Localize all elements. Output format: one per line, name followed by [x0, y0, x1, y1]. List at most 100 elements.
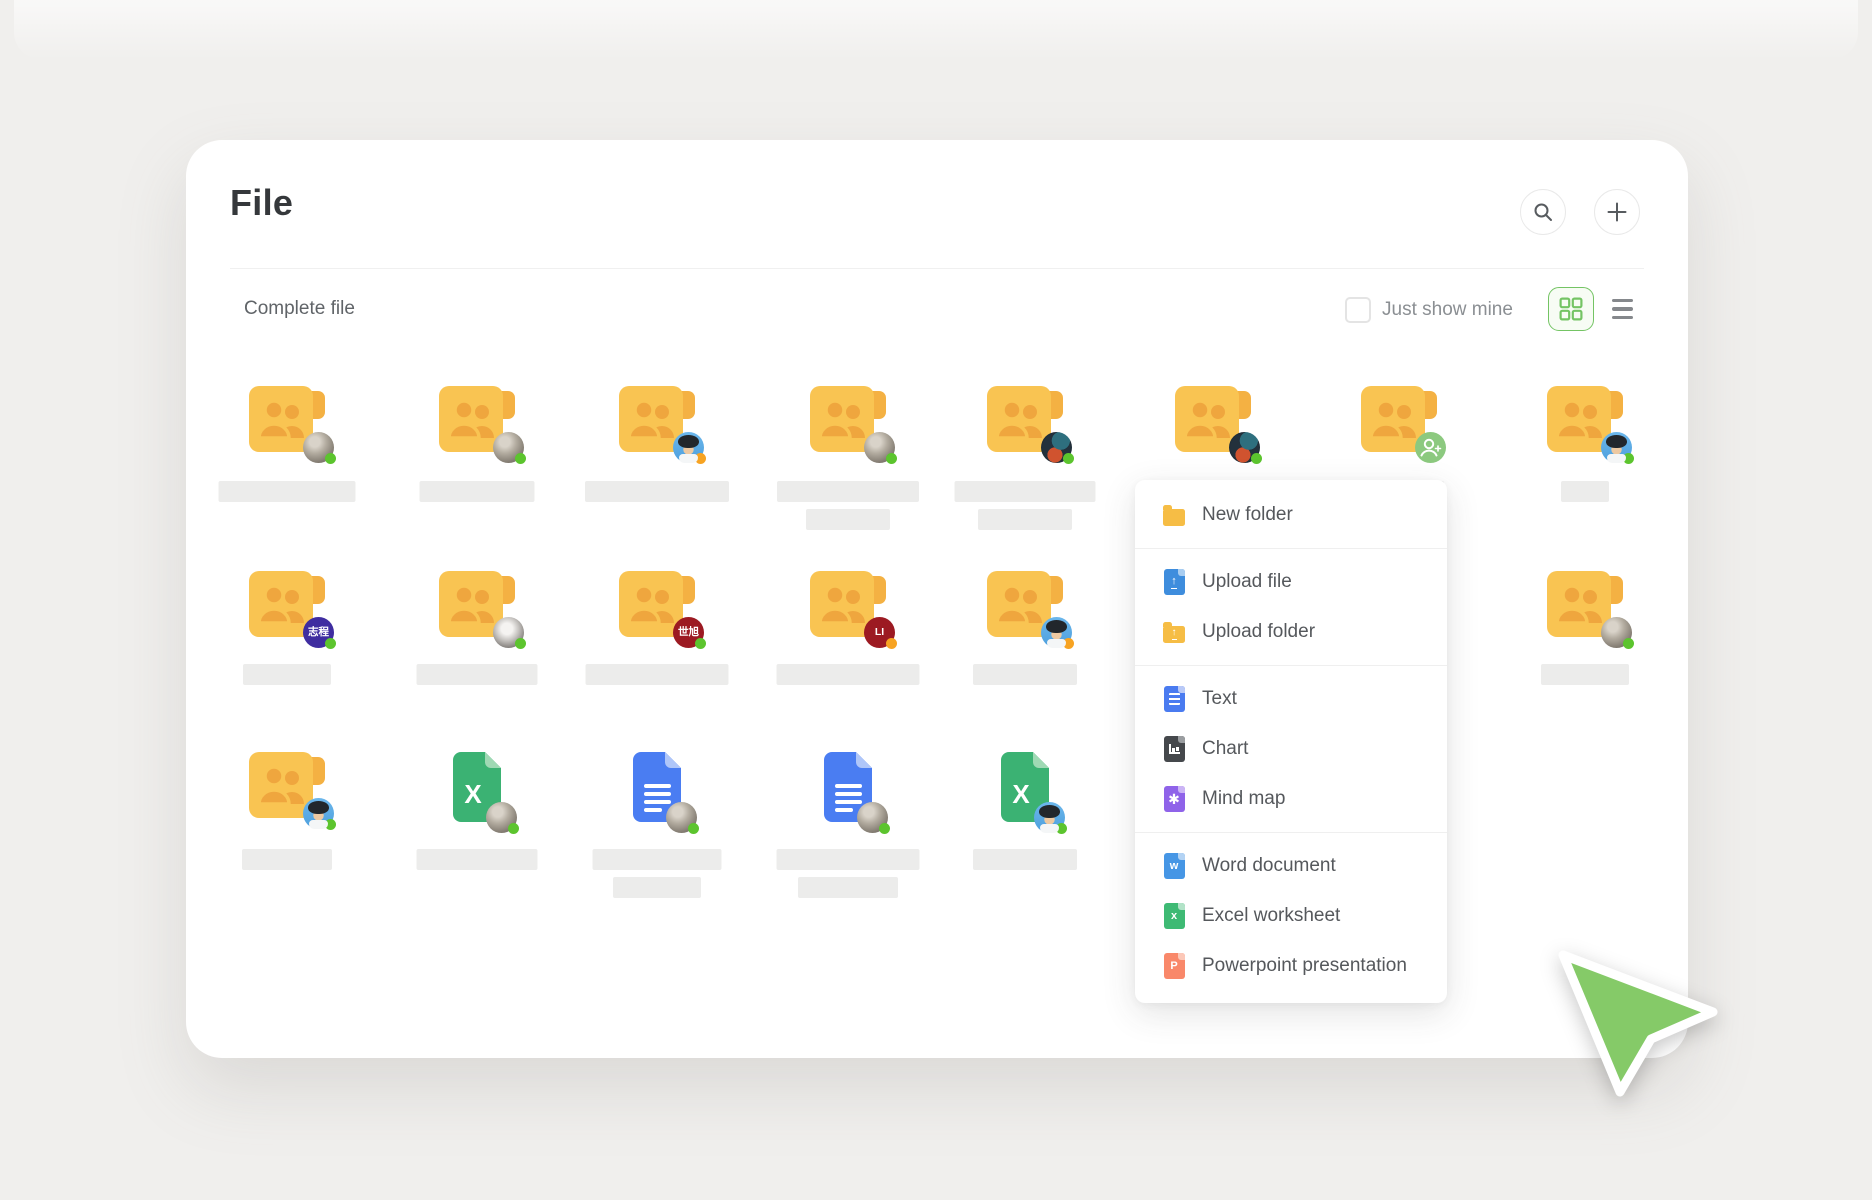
- file-item-icon-wrap: X 志程: [193, 571, 381, 641]
- file-item-icon-wrap: X: [931, 386, 1119, 456]
- file-item[interactable]: X: [563, 386, 751, 456]
- file-manager-card: File Complete file Just show mine: [186, 140, 1688, 1058]
- file-name-placeholder: [973, 849, 1077, 870]
- chart-doc-dark-icon: [1162, 736, 1186, 763]
- menu-item-label: Chart: [1202, 738, 1248, 760]
- file-item[interactable]: X 世旭: [563, 571, 751, 641]
- owner-avatar: [1601, 617, 1632, 648]
- context-menu-group: w Word document x Excel worksheet P Powe…: [1135, 833, 1447, 999]
- file-item[interactable]: X: [1491, 386, 1679, 456]
- file-name-placeholder-line2: [798, 877, 898, 898]
- file-item-icon-wrap: X: [383, 571, 571, 641]
- file-item-icon-wrap: X: [1491, 571, 1679, 641]
- file-name-placeholder: [417, 849, 538, 870]
- file-item-icon-wrap: X: [563, 386, 751, 456]
- owner-avatar: [857, 802, 888, 833]
- file-item[interactable]: X 志程: [193, 571, 381, 641]
- menu-item-label: Excel worksheet: [1202, 905, 1340, 927]
- presence-dot: [515, 638, 526, 649]
- menu-item-text[interactable]: Text: [1135, 674, 1447, 724]
- owner-avatar: [1041, 432, 1072, 463]
- presence-dot: [695, 638, 706, 649]
- file-item[interactable]: X: [193, 752, 381, 822]
- upload-file-blue-icon: ↑: [1162, 569, 1186, 596]
- owner-avatar: [493, 617, 524, 648]
- owner-avatar: LI: [864, 617, 895, 648]
- file-item-icon-wrap: X: [1491, 386, 1679, 456]
- excel-sheet-icon: x: [1162, 903, 1186, 930]
- create-context-menu: New folder ↑ Upload file ↑ Upload folder…: [1135, 480, 1447, 1003]
- file-item[interactable]: X: [931, 386, 1119, 456]
- file-name-placeholder-line2: [978, 509, 1072, 530]
- file-item-icon-wrap: X: [563, 752, 751, 822]
- presence-dot: [325, 819, 336, 830]
- menu-item-mind-map[interactable]: ✱ Mind map: [1135, 774, 1447, 824]
- file-item[interactable]: X: [1305, 386, 1493, 456]
- owner-avatar: [864, 432, 895, 463]
- presence-dot: [695, 453, 706, 464]
- presence-dot: [1063, 638, 1074, 649]
- file-item[interactable]: X: [754, 752, 942, 822]
- file-name-placeholder: [585, 481, 729, 502]
- menu-item-ppt[interactable]: P Powerpoint presentation: [1135, 941, 1447, 991]
- owner-avatar: [486, 802, 517, 833]
- text-doc-blue-icon: [1162, 686, 1186, 713]
- context-menu-group: ↑ Upload file ↑ Upload folder: [1135, 549, 1447, 665]
- file-name-placeholder: [243, 664, 331, 685]
- menu-item-upload-folder[interactable]: ↑ Upload folder: [1135, 607, 1447, 657]
- menu-item-word[interactable]: w Word document: [1135, 841, 1447, 891]
- file-item-icon-wrap: X: [383, 752, 571, 822]
- owner-avatar: [303, 798, 334, 829]
- svg-text:X: X: [1012, 779, 1030, 809]
- owner-avatar: [1601, 432, 1632, 463]
- presence-dot: [1623, 453, 1634, 464]
- file-item-icon-wrap: X LI: [754, 571, 942, 641]
- file-item[interactable]: X: [1119, 386, 1307, 456]
- presence-dot: [1623, 638, 1634, 649]
- owner-avatar: [1034, 802, 1065, 833]
- file-item-icon-wrap: X: [193, 752, 381, 822]
- file-item[interactable]: X: [383, 752, 571, 822]
- menu-item-label: New folder: [1202, 504, 1293, 526]
- presence-dot: [515, 453, 526, 464]
- file-item[interactable]: X: [754, 386, 942, 456]
- presence-dot: [886, 453, 897, 464]
- file-name-placeholder: [593, 849, 722, 870]
- owner-avatar: 世旭: [673, 617, 704, 648]
- file-item-icon-wrap: X: [1305, 386, 1493, 456]
- file-item[interactable]: X: [1491, 571, 1679, 641]
- file-item[interactable]: X: [383, 386, 571, 456]
- file-name-placeholder: [586, 664, 729, 685]
- file-item-icon-wrap: X: [754, 752, 942, 822]
- menu-item-upload-file[interactable]: ↑ Upload file: [1135, 557, 1447, 607]
- file-name-placeholder: [777, 849, 920, 870]
- owner-avatar: [303, 432, 334, 463]
- avatar-initials: 世旭: [678, 627, 699, 638]
- menu-item-label: Word document: [1202, 855, 1336, 877]
- file-item-icon-wrap: X: [1119, 386, 1307, 456]
- menu-item-label: Upload file: [1202, 571, 1292, 593]
- context-menu-group: Text Chart ✱ Mind map: [1135, 666, 1447, 832]
- file-name-placeholder: [219, 481, 356, 502]
- menu-item-chart[interactable]: Chart: [1135, 724, 1447, 774]
- file-item[interactable]: X: [193, 386, 381, 456]
- file-item[interactable]: X: [383, 571, 571, 641]
- menu-item-new-folder[interactable]: New folder: [1135, 490, 1447, 540]
- powerpoint-icon: P: [1162, 953, 1186, 980]
- file-item-icon-wrap: X: [931, 752, 1119, 822]
- mindmap-doc-purple-icon: ✱: [1162, 786, 1186, 813]
- file-name-placeholder: [242, 849, 332, 870]
- avatar-initials: LI: [875, 627, 884, 638]
- share-person-icon: [1415, 432, 1446, 463]
- owner-avatar: [1229, 432, 1260, 463]
- presence-dot: [879, 823, 890, 834]
- menu-item-label: Upload folder: [1202, 621, 1315, 643]
- file-name-placeholder: [955, 481, 1096, 502]
- file-item[interactable]: X: [563, 752, 751, 822]
- menu-item-excel[interactable]: x Excel worksheet: [1135, 891, 1447, 941]
- file-item[interactable]: X LI: [754, 571, 942, 641]
- presence-dot: [688, 823, 699, 834]
- file-item[interactable]: X: [931, 752, 1119, 822]
- file-name-placeholder-line2: [613, 877, 701, 898]
- file-item[interactable]: X: [931, 571, 1119, 641]
